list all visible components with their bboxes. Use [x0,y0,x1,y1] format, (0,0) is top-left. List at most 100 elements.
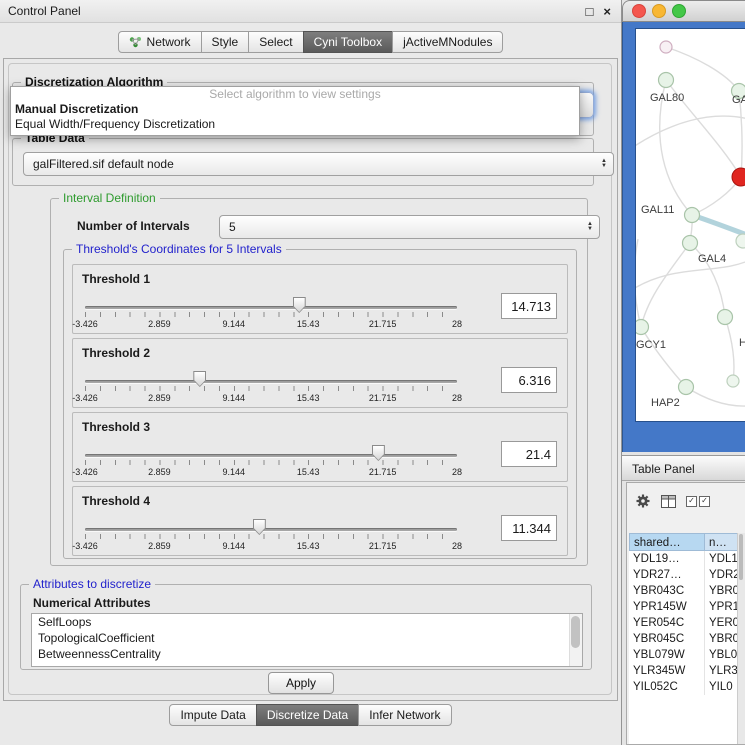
table-rows: YDL19…YDL1YDR27…YDR2YBR043CYBR0YPR145WYP… [629,551,745,695]
network-node[interactable] [636,320,649,335]
algorithm-option[interactable]: Equal Width/Frequency Discretization [11,117,579,132]
tab-style[interactable]: Style [201,31,250,53]
table-row[interactable]: YDR27…YDR2 [629,567,745,583]
table-scrollbar-thumb[interactable] [739,534,743,580]
column-header-shared-name[interactable]: shared… [629,533,705,551]
table-row[interactable]: YBL079WYBL0 [629,647,745,663]
network-node-label: GCY1 [636,339,666,351]
network-window-frame: GAL80GAGAL11GAL4GCY1HHAP2 [622,22,745,452]
table-row[interactable]: YLR345WYLR3 [629,663,745,679]
table-row[interactable]: YDL19…YDL1 [629,551,745,567]
attribute-list-item[interactable]: BetweennessCentrality [32,646,582,662]
slider-track [85,380,457,383]
table-data-combo-value: galFiltered.sif default node [33,157,174,171]
threshold-4-slider-thumb[interactable] [253,519,266,535]
tab-jactivemnodules[interactable]: jActiveMNodules [392,31,503,53]
threshold-3-label: Threshold 3 [82,420,150,434]
algorithm-option[interactable]: Manual Discretization [11,102,579,117]
attribute-list-item[interactable]: TopologicalCoefficient [32,630,582,646]
list-scrollbar[interactable] [569,614,582,666]
tick-label: 28 [452,319,462,329]
tab-label: Network [147,32,191,52]
slider-tick-labels: -3.4262.8599.14415.4321.71528 [85,319,457,330]
network-node[interactable] [718,310,733,325]
tab-cyni-toolbox[interactable]: Cyni Toolbox [303,31,393,53]
table-panel-header: Table Panel [622,455,745,481]
tab-network[interactable]: Network [118,31,202,53]
numerical-attributes-list[interactable]: SelfLoopsTopologicalCoefficientBetweenne… [31,613,583,667]
threshold-1-slider-thumb[interactable] [293,297,306,313]
number-of-intervals-combo[interactable]: 5 ▲▼ [219,215,600,239]
threshold-1-panel: Threshold 1 -3.4262.8599.14415.4321.7152… [72,264,568,334]
tick-label: 9.144 [223,541,246,551]
checkbox-icon: ✓ [686,496,697,507]
tick-label: -3.426 [72,319,98,329]
attribute-list-item[interactable]: SelfLoops [32,614,582,630]
settings-gear-icon[interactable] [635,493,651,509]
columns-icon[interactable] [661,495,676,508]
threshold-2-panel: Threshold 2 -3.4262.8599.14415.4321.7152… [72,338,568,408]
table-scrollbar[interactable] [737,533,745,744]
tick-label: 2.859 [148,393,171,403]
table-row[interactable]: YBR043CYBR0 [629,583,745,599]
table-row[interactable]: YER054CYER0 [629,615,745,631]
tick-label: -3.426 [72,541,98,551]
table-row[interactable]: YIL052CYIL0 [629,679,745,695]
list-scrollbar-thumb[interactable] [571,616,580,648]
tick-label: 15.43 [297,467,320,477]
threshold-4-slider[interactable]: -3.4262.8599.14415.4321.71528 [85,517,457,555]
threshold-1-label: Threshold 1 [82,272,150,286]
selected-network-node[interactable] [732,168,745,186]
network-node[interactable] [659,73,674,88]
network-node[interactable] [685,208,700,223]
numerical-attributes-label: Numerical Attributes [33,596,151,610]
control-panel-title: Control Panel [8,4,81,18]
threshold-3-slider-thumb[interactable] [372,445,385,461]
table-row[interactable]: YBR045CYBR0 [629,631,745,647]
threshold-1-value-field[interactable]: 14.713 [501,293,557,319]
bottom-tab-bar: Impute Data Discretize Data Infer Network [0,704,621,726]
select-columns-icon[interactable]: ✓ ✓ [686,496,710,507]
tab-select[interactable]: Select [248,31,303,53]
bottom-tab-infer-network[interactable]: Infer Network [358,704,451,726]
slider-track [85,454,457,457]
threshold-2-slider-thumb[interactable] [193,371,206,387]
network-node[interactable] [683,236,698,251]
threshold-2-value-field[interactable]: 6.316 [501,367,557,393]
bottom-tab-label: Infer Network [369,705,440,725]
threshold-2-slider[interactable]: -3.4262.8599.14415.4321.71528 [85,369,457,407]
close-traffic-light-icon[interactable] [632,4,646,18]
bottom-tab-label: Impute Data [180,705,245,725]
slider-tick-labels: -3.4262.8599.14415.4321.71528 [85,393,457,404]
threshold-3-value-field[interactable]: 21.4 [501,441,557,467]
threshold-3-panel: Threshold 3 -3.4262.8599.14415.4321.7152… [72,412,568,482]
interval-definition-group-title: Interval Definition [59,191,160,205]
table-row[interactable]: YPR145WYPR1 [629,599,745,615]
network-window: GAL80GAGAL11GAL4GCY1HHAP2 [622,0,745,452]
algorithm-placeholder-text: Select algorithm to view settings [11,87,579,102]
network-canvas[interactable]: GAL80GAGAL11GAL4GCY1HHAP2 [635,28,745,422]
minimize-traffic-light-icon[interactable] [652,4,666,18]
network-node[interactable] [679,380,694,395]
threshold-4-value-field[interactable]: 11.344 [501,515,557,541]
table-data-combo[interactable]: galFiltered.sif default node ▲▼ [23,152,614,176]
cell-shared-name: YIL052C [629,679,705,695]
table-panel-title: Table Panel [632,462,695,476]
attributes-group-title: Attributes to discretize [29,577,155,591]
tick-label: 9.144 [223,467,246,477]
apply-button[interactable]: Apply [268,672,334,694]
threshold-1-slider[interactable]: -3.4262.8599.14415.4321.71528 [85,295,457,333]
tick-label: 28 [452,541,462,551]
close-window-icon[interactable]: × [603,5,611,18]
network-nodes: GAL80GAGAL11GAL4GCY1HHAP2 [636,73,745,410]
tick-label: 9.144 [223,393,246,403]
zoom-traffic-light-icon[interactable] [672,4,686,18]
threshold-3-slider[interactable]: -3.4262.8599.14415.4321.71528 [85,443,457,481]
bottom-tab-impute-data[interactable]: Impute Data [169,704,256,726]
attribute-items: SelfLoopsTopologicalCoefficientBetweenne… [32,614,582,662]
float-window-icon[interactable]: □ [586,5,594,18]
slider-ticks [85,386,457,391]
table-data-group: Table Data galFiltered.sif default node … [12,138,594,186]
slider-ticks [85,460,457,465]
bottom-tab-discretize-data[interactable]: Discretize Data [256,704,359,726]
